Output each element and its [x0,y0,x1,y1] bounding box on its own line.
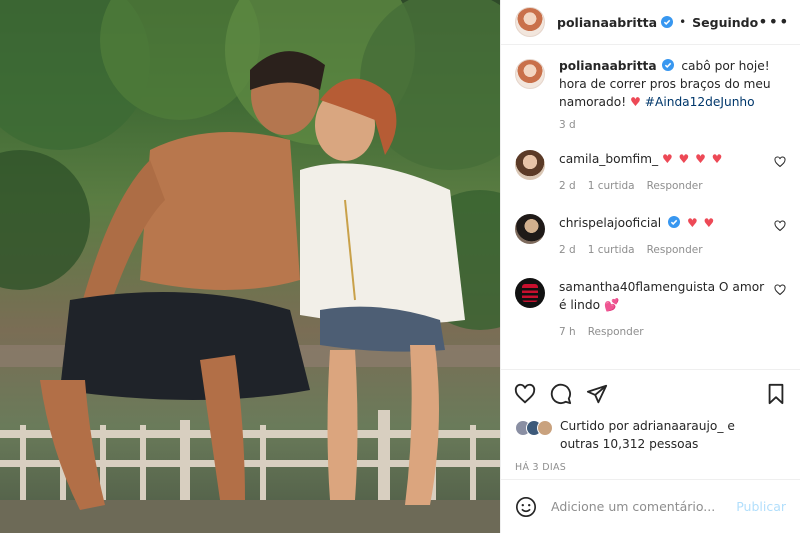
comment-like-count[interactable]: 1 curtida [588,177,635,195]
more-options-icon[interactable]: ••• [758,14,789,30]
comment-time[interactable]: 2 d [559,241,576,259]
verified-badge-icon [661,16,674,28]
comment-time[interactable]: 7 h [559,323,576,341]
comment-body: chrispelajooficial ♥ ♥ 2 d 1 curtida Res… [559,214,786,259]
post-date[interactable]: HÁ 3 DIAS [501,455,800,479]
post-actions [501,369,800,417]
comment-meta: 7 h Responder [559,323,768,341]
comment-body: camila_bomfim_ ♥ ♥ ♥ ♥ 2 d 1 curtida Res… [559,150,786,195]
likes-others[interactable]: outras 10,312 pessoas [560,437,698,451]
comment-body: samantha40flamenguista O amor é lindo 💕 … [559,278,786,341]
author-username[interactable]: polianaabritta [557,15,657,30]
header-separator: • [679,15,687,29]
post-photo[interactable] [0,0,500,533]
post-caption: polianaabritta cabô por hoje! hora de co… [515,57,786,111]
comment-item: samantha40flamenguista O amor é lindo 💕 … [515,278,786,341]
commenter-avatar[interactable] [515,278,545,308]
comment-like-count[interactable]: 1 curtida [588,241,635,259]
comments-list: polianaabritta cabô por hoje! hora de co… [501,45,800,369]
comment-bubble-icon [550,383,572,404]
commenter-username[interactable]: camila_bomfim_ [559,152,658,166]
flamengo-crest-icon [522,284,538,302]
comment-input[interactable] [551,499,737,514]
caption-hashtag[interactable]: #Ainda12deJunho [645,95,755,109]
comment-button[interactable] [549,382,573,406]
comment-time[interactable]: 2 d [559,177,576,195]
red-heart-emoji: ♥ [629,95,641,109]
comment-meta: 2 d 1 curtida Responder [559,241,768,259]
commenter-username[interactable]: samantha40flamenguista [559,280,715,294]
commenter-avatar[interactable] [515,214,545,244]
share-button[interactable] [585,382,609,406]
emoji-smiley-icon[interactable] [515,496,537,518]
heart-outline-icon[interactable] [774,220,786,232]
caption-author-avatar[interactable] [515,59,545,89]
liker-avatar [537,420,553,436]
reply-button[interactable]: Responder [647,177,703,195]
following-button[interactable]: Seguindo [692,15,758,30]
likes-prefix: Curtido por [560,419,629,433]
comment-item: camila_bomfim_ ♥ ♥ ♥ ♥ 2 d 1 curtida Res… [515,150,786,195]
couple-photo-illustration [0,0,500,533]
reply-button[interactable]: Responder [588,323,644,341]
liked-by-user[interactable]: adrianaaraujo_ [633,419,724,433]
commenter-username[interactable]: chrispelajooficial [559,216,661,230]
reply-button[interactable]: Responder [647,241,703,259]
heart-outline-icon[interactable] [774,284,786,296]
comment-hearts: ♥ ♥ [686,216,716,230]
bookmark-icon [768,383,784,404]
commenter-avatar[interactable] [515,150,545,180]
like-button[interactable] [513,382,537,406]
heart-icon [514,383,536,403]
caption-body: polianaabritta cabô por hoje! hora de co… [559,57,786,111]
comment-item: chrispelajooficial ♥ ♥ 2 d 1 curtida Res… [515,214,786,259]
heart-outline-icon[interactable] [774,156,786,168]
caption-time[interactable]: 3 d [559,119,786,131]
instagram-post: polianaabritta • Seguindo ••• polianaabr… [0,0,800,533]
verified-badge-icon [662,59,675,71]
comment-hearts: ♥ ♥ ♥ ♥ [661,152,724,166]
post-side-panel: polianaabritta • Seguindo ••• polianaabr… [500,0,800,533]
post-header: polianaabritta • Seguindo ••• [501,0,800,45]
liker-avatars[interactable] [515,420,553,436]
two-hearts-emoji: 💕 [603,298,620,312]
save-button[interactable] [764,382,788,406]
caption-username[interactable]: polianaabritta [559,59,657,73]
paper-plane-icon [586,384,608,403]
comment-meta: 2 d 1 curtida Responder [559,177,768,195]
verified-badge-icon [668,216,681,228]
publish-button[interactable]: Publicar [736,499,786,514]
add-comment-bar: Publicar [501,479,800,533]
author-avatar[interactable] [515,7,545,37]
likes-summary: Curtido por adrianaaraujo_ e outras 10,3… [501,417,800,455]
likes-text: Curtido por adrianaaraujo_ e outras 10,3… [560,417,735,453]
likes-and: e [727,419,735,433]
